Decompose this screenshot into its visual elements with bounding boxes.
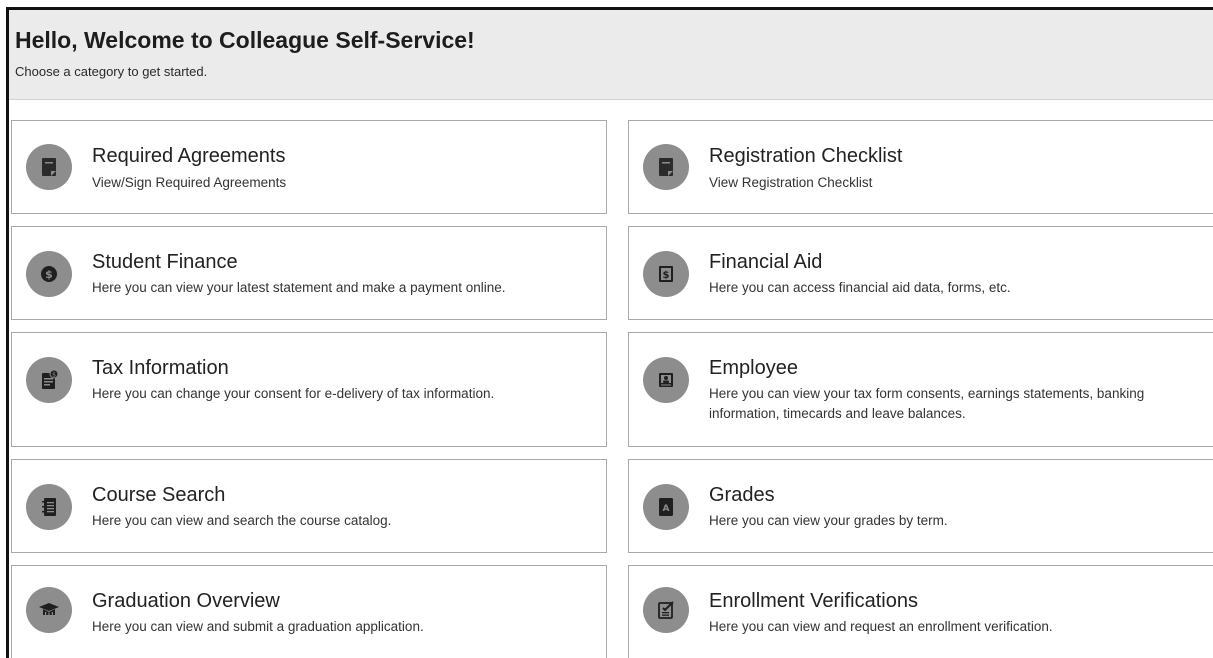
svg-text:$: $ [45, 268, 53, 281]
card-financial-aid[interactable]: $ Financial Aid Here you can access fina… [628, 226, 1213, 320]
card-employee[interactable]: Employee Here you can view your tax form… [628, 332, 1213, 447]
card-description: Here you can access financial aid data, … [709, 280, 1011, 295]
card-tax-information[interactable]: $ Tax Information Here you can change yo… [11, 332, 607, 447]
svg-text:$: $ [52, 372, 56, 379]
graduation-cap-icon [26, 587, 72, 633]
card-title: Course Search [92, 484, 226, 506]
notebook-icon [26, 484, 72, 530]
card-required-agreements[interactable]: Required Agreements View/Sign Required A… [11, 120, 607, 214]
card-title: Tax Information [92, 357, 229, 379]
grade-book-icon: A [643, 484, 689, 530]
card-title: Graduation Overview [92, 590, 280, 612]
document-icon [26, 144, 72, 190]
card-course-search[interactable]: Course Search Here you can view and sear… [11, 459, 607, 553]
card-student-finance[interactable]: $ Student Finance Here you can view your… [11, 226, 607, 320]
money-bill-icon: $ [643, 251, 689, 297]
card-description: Here you can view and request an enrollm… [709, 619, 1053, 634]
card-description: Here you can view your grades by term. [709, 513, 948, 528]
card-title: Enrollment Verifications [709, 590, 918, 612]
document-icon [643, 144, 689, 190]
coin-icon: $ [26, 251, 72, 297]
card-title: Required Agreements [92, 145, 286, 167]
card-description: View Registration Checklist [709, 175, 873, 190]
category-grid: Required Agreements View/Sign Required A… [9, 10, 1213, 658]
card-title: Financial Aid [709, 251, 823, 273]
svg-text:A: A [663, 504, 670, 514]
card-title: Student Finance [92, 251, 238, 273]
card-description: Here you can view your latest statement … [92, 280, 506, 295]
tax-document-icon: $ [26, 357, 72, 403]
self-service-window: Hello, Welcome to Colleague Self-Service… [6, 7, 1213, 658]
card-enrollment-verifications[interactable]: Enrollment Verifications Here you can vi… [628, 565, 1213, 658]
card-title: Grades [709, 484, 775, 506]
card-description: Here you can change your consent for e-d… [92, 386, 495, 401]
card-description: Here you can view your tax form consents… [709, 386, 1145, 421]
card-title: Employee [709, 357, 798, 379]
card-grades[interactable]: A Grades Here you can view your grades b… [628, 459, 1213, 553]
card-description: Here you can view and submit a graduatio… [92, 619, 424, 634]
card-title: Registration Checklist [709, 145, 903, 167]
card-registration-checklist[interactable]: Registration Checklist View Registration… [628, 120, 1213, 214]
id-badge-icon [643, 357, 689, 403]
card-graduation-overview[interactable]: Graduation Overview Here you can view an… [11, 565, 607, 658]
card-description: View/Sign Required Agreements [92, 175, 287, 190]
svg-text:$: $ [663, 270, 670, 281]
card-description: Here you can view and search the course … [92, 513, 392, 528]
checklist-icon [643, 587, 689, 633]
